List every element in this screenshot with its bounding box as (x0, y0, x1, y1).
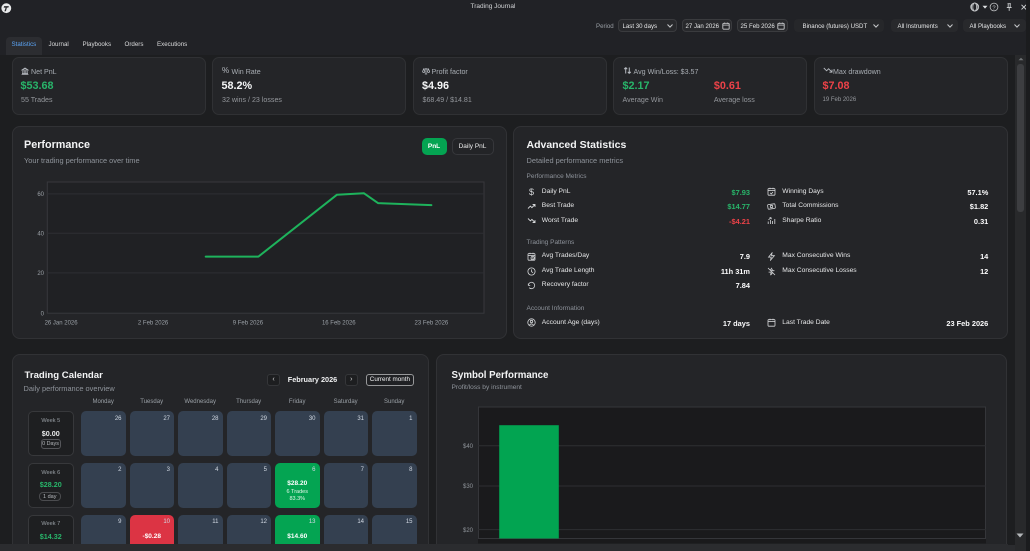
svg-text:9 Feb 2026: 9 Feb 2026 (233, 321, 264, 327)
svg-text:16 Feb 2026: 16 Feb 2026 (322, 321, 356, 327)
svg-text:$: $ (529, 187, 534, 196)
svg-text:$40: $40 (463, 444, 474, 450)
svg-text:40: 40 (37, 232, 44, 238)
svg-text:$30: $30 (463, 484, 474, 490)
svg-text:2 Feb 2026: 2 Feb 2026 (138, 321, 169, 327)
svg-text:0: 0 (41, 311, 45, 317)
svg-text:26 Jan 2026: 26 Jan 2026 (45, 321, 79, 327)
svg-text:20: 20 (37, 271, 44, 277)
svg-text:$20: $20 (463, 528, 474, 534)
svg-text:60: 60 (37, 192, 44, 198)
svg-text:23 Feb 2026: 23 Feb 2026 (415, 321, 449, 327)
